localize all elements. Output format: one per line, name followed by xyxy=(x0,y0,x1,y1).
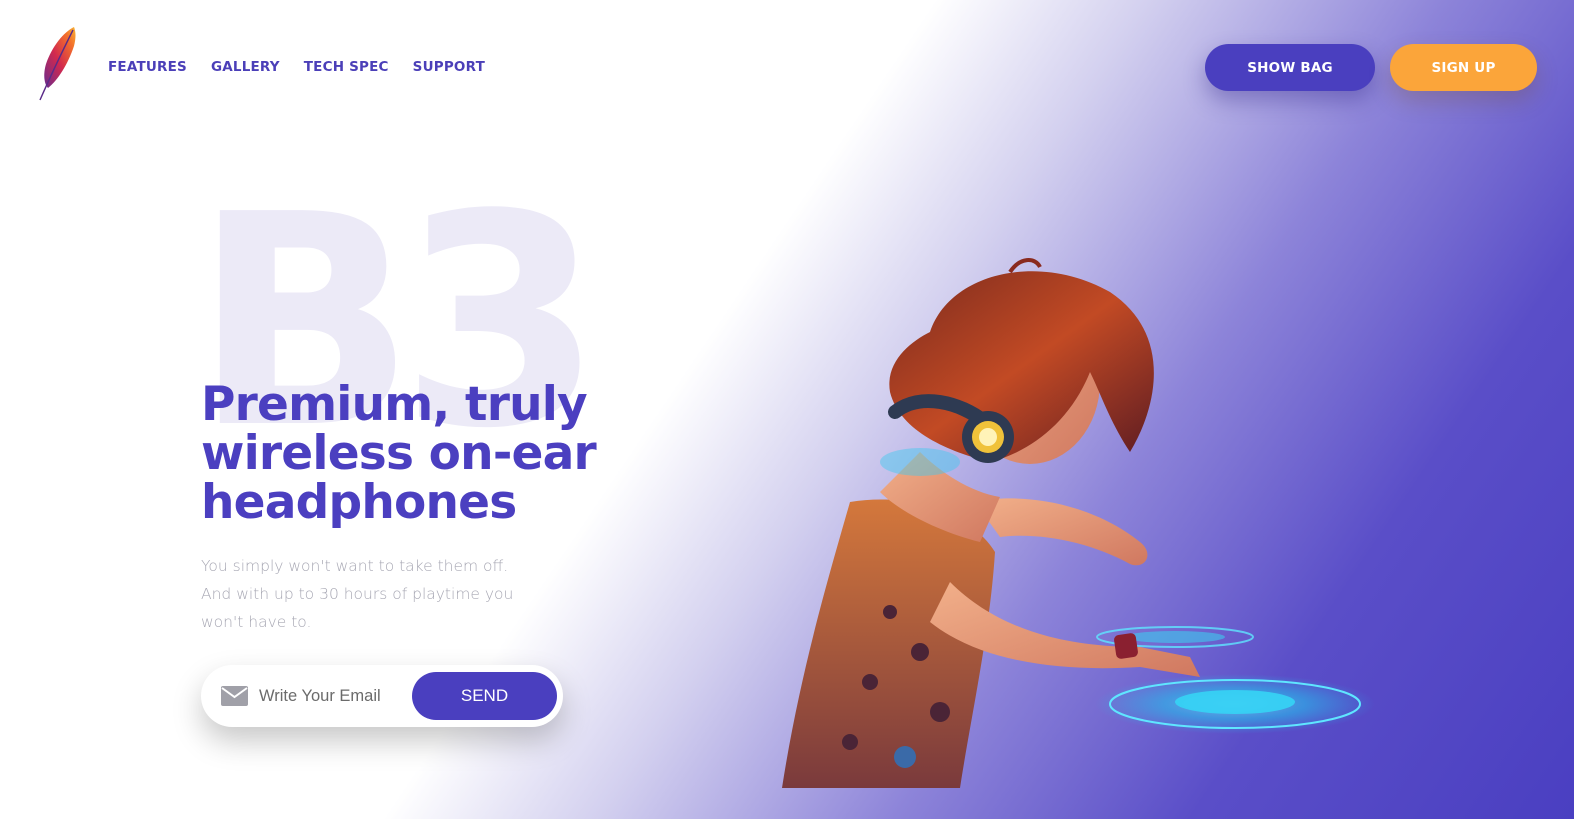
main-nav: FEATURES GALLERY TECH SPEC SUPPORT xyxy=(108,59,485,75)
nav-item-tech-spec[interactable]: TECH SPEC xyxy=(304,59,389,75)
landing-page: FEATURES GALLERY TECH SPEC SUPPORT SHOW … xyxy=(0,0,1574,819)
send-button[interactable]: SEND xyxy=(412,672,557,720)
feather-logo-icon[interactable] xyxy=(34,24,80,102)
nav-item-support[interactable]: SUPPORT xyxy=(413,59,485,75)
sign-up-button[interactable]: SIGN UP xyxy=(1390,44,1537,91)
email-input[interactable] xyxy=(259,681,407,711)
hero-subtext: You simply won't want to take them off. … xyxy=(201,557,514,631)
hero-illustration xyxy=(782,258,1375,788)
nav-item-gallery[interactable]: GALLERY xyxy=(211,59,280,75)
show-bag-button[interactable]: SHOW BAG xyxy=(1205,44,1375,91)
envelope-icon xyxy=(221,686,248,706)
hero-headline: Premium, truly wireless on-ear headphone… xyxy=(201,377,597,530)
nav-item-features[interactable]: FEATURES xyxy=(108,59,187,75)
email-signup-form: SEND xyxy=(201,665,563,727)
